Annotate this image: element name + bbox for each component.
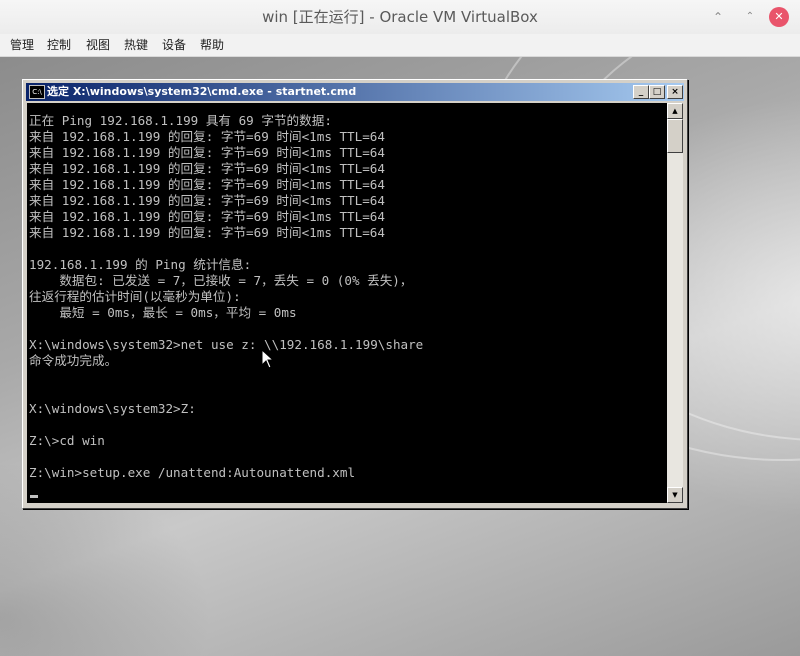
- console-line: Z:\win>setup.exe /unattend:Autounattend.…: [29, 465, 356, 480]
- console-output[interactable]: 正在 Ping 192.168.1.199 具有 69 字节的数据: 来自 19…: [27, 103, 667, 503]
- host-close-button[interactable]: ✕: [769, 7, 789, 27]
- console-line: 192.168.1.199 的 Ping 统计信息:: [29, 257, 252, 272]
- menu-view[interactable]: 视图: [86, 34, 110, 56]
- cmd-maximize-button[interactable]: □: [649, 85, 665, 99]
- console-line: 命令成功完成。: [29, 353, 118, 368]
- vm-display[interactable]: C:\ 选定 X:\windows\system32\cmd.exe - sta…: [0, 57, 800, 656]
- host-restore-button[interactable]: ⌃: [740, 7, 760, 27]
- text-cursor: [30, 495, 38, 498]
- host-window-title: win [正在运行] - Oracle VM VirtualBox: [262, 8, 538, 26]
- console-line: 来自 192.168.1.199 的回复: 字节=69 时间<1ms TTL=6…: [29, 209, 385, 224]
- console-line: 最短 = 0ms，最长 = 0ms，平均 = 0ms: [29, 305, 297, 320]
- cmd-minimize-button[interactable]: _: [633, 85, 649, 99]
- host-titlebar: win [正在运行] - Oracle VM VirtualBox ⌃ ⌃ ✕: [0, 0, 800, 35]
- cmd-close-button[interactable]: ×: [667, 85, 683, 99]
- scroll-down-icon[interactable]: ▼: [667, 487, 683, 503]
- console-icon[interactable]: C:\: [29, 85, 45, 99]
- console-line: X:\windows\system32>net use z: \\192.168…: [29, 337, 424, 352]
- menu-devices[interactable]: 设备: [162, 34, 186, 56]
- mouse-pointer-icon: [261, 349, 275, 369]
- console-line: Z:\>cd win: [29, 433, 105, 448]
- console-line: 往返行程的估计时间(以毫秒为单位):: [29, 289, 241, 304]
- vertical-scrollbar[interactable]: ▲ ▼: [667, 103, 683, 503]
- cmd-window[interactable]: C:\ 选定 X:\windows\system32\cmd.exe - sta…: [22, 79, 688, 509]
- scroll-up-icon[interactable]: ▲: [667, 103, 683, 119]
- cmd-window-title: 选定 X:\windows\system32\cmd.exe - startne…: [47, 85, 357, 98]
- menu-bar: 管理 控制 视图 热键 设备 帮助: [0, 34, 800, 57]
- console-line: 来自 192.168.1.199 的回复: 字节=69 时间<1ms TTL=6…: [29, 177, 385, 192]
- console-line: 来自 192.168.1.199 的回复: 字节=69 时间<1ms TTL=6…: [29, 225, 385, 240]
- console-line: 来自 192.168.1.199 的回复: 字节=69 时间<1ms TTL=6…: [29, 145, 385, 160]
- console-line: 数据包: 已发送 = 7，已接收 = 7，丢失 = 0 (0% 丢失)，: [29, 273, 413, 288]
- menu-control[interactable]: 控制: [47, 34, 71, 56]
- menu-manage[interactable]: 管理: [10, 34, 34, 56]
- scroll-thumb[interactable]: [667, 119, 683, 153]
- console-line: 正在 Ping 192.168.1.199 具有 69 字节的数据:: [29, 113, 332, 128]
- menu-hotkeys[interactable]: 热键: [124, 34, 148, 56]
- host-minimize-button[interactable]: ⌃: [708, 7, 728, 27]
- menu-help[interactable]: 帮助: [200, 34, 224, 56]
- console-line: 来自 192.168.1.199 的回复: 字节=69 时间<1ms TTL=6…: [29, 129, 385, 144]
- console-line: 来自 192.168.1.199 的回复: 字节=69 时间<1ms TTL=6…: [29, 193, 385, 208]
- console-line: X:\windows\system32>Z:: [29, 401, 196, 416]
- cmd-titlebar[interactable]: C:\ 选定 X:\windows\system32\cmd.exe - sta…: [26, 83, 684, 101]
- console-line: 来自 192.168.1.199 的回复: 字节=69 时间<1ms TTL=6…: [29, 161, 385, 176]
